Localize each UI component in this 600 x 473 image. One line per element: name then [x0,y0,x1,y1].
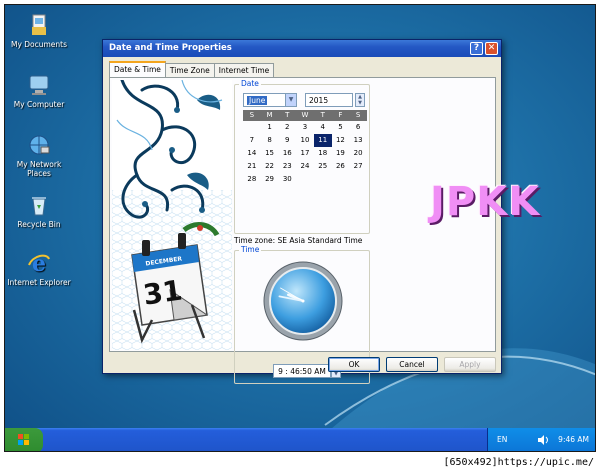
speaker-icon[interactable] [537,434,549,446]
calendar-days: 1 2 3 4 5 6 7 8 9 10 11 12 13 14 15 16 17 18 19 20 21 22 23 24 2… [243,121,367,186]
calendar-day[interactable]: 6 [349,121,367,134]
apply-button[interactable]: Apply [444,357,496,372]
calendar-weekday-header: SMTWTFS [243,110,367,121]
calendar-day[interactable]: 9 [278,134,296,147]
date-group-label: Date [239,79,261,88]
calendar-day[interactable]: 17 [296,147,314,160]
month-calendar: SMTWTFS 1 2 3 4 5 6 7 8 9 10 11 12 13 14 15 16 17 18 19 20 2… [243,110,367,186]
tab-internet-time[interactable]: Internet Time [213,63,275,77]
calendar-day[interactable]: 3 [296,121,314,134]
tab-time-zone[interactable]: Time Zone [164,63,215,77]
taskbar: EN 9:46 AM [5,428,595,451]
desktop: My Documents My Computer My Network Plac… [4,4,596,452]
calendar-day[interactable]: 10 [296,134,314,147]
calendar-day[interactable]: 29 [261,173,279,186]
dialog-titlebar[interactable]: Date and Time Properties ? ✕ [103,40,501,57]
weekday-header: W [301,111,309,119]
desktop-icon-recycle-bin[interactable]: Recycle Bin [7,193,71,229]
desktop-icon-label: My Documents [10,40,68,49]
start-button[interactable] [5,428,43,451]
month-select[interactable]: June ▼ [243,93,297,107]
weekday-header: S [249,111,255,119]
image-footer: [650x492]https://upic.me/ [0,455,600,473]
close-button[interactable]: ✕ [485,42,498,55]
date-group: Date June ▼ 2015 ▲ ▼ SMTWTFS 1 2 3 4 5 6 7 8 9 10… [234,79,370,234]
analog-clock-icon [263,261,343,341]
year-value: 2015 [309,96,329,105]
recycle-bin-icon [32,197,46,216]
calendar-day[interactable]: 15 [261,147,279,160]
desktop-icon-label: My Network Places [16,160,62,178]
weekday-header: T [285,111,290,119]
desktop-icon-internet-explorer[interactable]: e Internet Explorer [7,251,71,287]
floral-swirl-icon: DECEMBER 31 [112,80,232,350]
calendar-decoration: DECEMBER 31 [112,80,232,350]
calendar-day[interactable]: 14 [243,147,261,160]
calendar-art-day: 31 [141,274,184,312]
desktop-icon-network-places[interactable]: My Network Places [7,133,71,178]
cancel-button[interactable]: Cancel [386,357,438,372]
calendar-day[interactable]: 26 [332,160,350,173]
desktop-icon-my-documents[interactable]: My Documents [7,13,71,49]
calendar-day[interactable]: 25 [314,160,332,173]
calendar-day[interactable]: 23 [278,160,296,173]
calendar-day[interactable]: 30 [278,173,296,186]
calendar-blank [243,121,261,134]
spin-down-icon[interactable]: ▼ [356,100,364,106]
svg-text:e: e [32,251,46,275]
taskbar-clock[interactable]: 9:46 AM [558,435,589,444]
footer-text: [650x492]https://upic.me/ [443,457,594,468]
my-documents-icon [32,14,46,35]
calendar-day-selected[interactable]: 11 [313,134,332,147]
calendar-day[interactable]: 20 [349,147,367,160]
my-computer-icon [29,75,49,95]
language-indicator[interactable]: EN [497,435,507,444]
tab-date-time[interactable]: Date & Time [109,61,166,77]
weekday-header: S [355,111,361,119]
calendar-day[interactable]: 24 [296,160,314,173]
weekday-header: F [338,111,343,119]
calendar-day[interactable]: 19 [332,147,350,160]
desktop-icon-label: My Computer [13,100,65,109]
month-value: June [247,96,268,105]
tab-strip: Date & Time Time Zone Internet Time [109,61,275,77]
help-button[interactable]: ? [470,42,483,55]
windows-logo-icon [18,434,29,445]
calendar-day[interactable]: 22 [261,160,279,173]
internet-explorer-icon: e [28,251,50,275]
time-group-label: Time [239,245,262,254]
calendar-day[interactable]: 21 [243,160,261,173]
calendar-day[interactable]: 1 [261,121,279,134]
calendar-day[interactable]: 13 [349,134,367,147]
desktop-icon-label: Internet Explorer [7,278,71,287]
year-field[interactable]: 2015 [305,93,353,107]
calendar-day[interactable]: 27 [349,160,367,173]
calendar-day[interactable]: 8 [261,134,279,147]
time-value: 9 : 46:50 AM [278,367,326,376]
weekday-header: M [266,111,273,119]
desktop-icon-my-computer[interactable]: My Computer [7,73,71,109]
calendar-day[interactable]: 7 [243,134,261,147]
ok-button[interactable]: OK [328,357,380,372]
desktop-icon-label: Recycle Bin [17,220,61,229]
weekday-header: T [320,111,325,119]
year-spinner[interactable]: ▲ ▼ [355,93,365,107]
dialog-title: Date and Time Properties [109,43,232,53]
watermark-text: JPKK [430,179,541,225]
calendar-day[interactable]: 5 [332,121,350,134]
network-places-icon [29,135,50,155]
timezone-label: Time zone: SE Asia Standard Time [234,236,363,245]
time-field[interactable]: 9 : 46:50 AM [273,364,331,378]
calendar-day[interactable]: 2 [278,121,296,134]
calendar-day[interactable]: 4 [314,121,332,134]
calendar-day[interactable]: 28 [243,173,261,186]
chevron-down-icon[interactable]: ▼ [285,94,296,106]
calendar-day[interactable]: 16 [278,147,296,160]
calendar-day[interactable]: 12 [332,134,350,147]
calendar-day[interactable]: 18 [314,147,332,160]
